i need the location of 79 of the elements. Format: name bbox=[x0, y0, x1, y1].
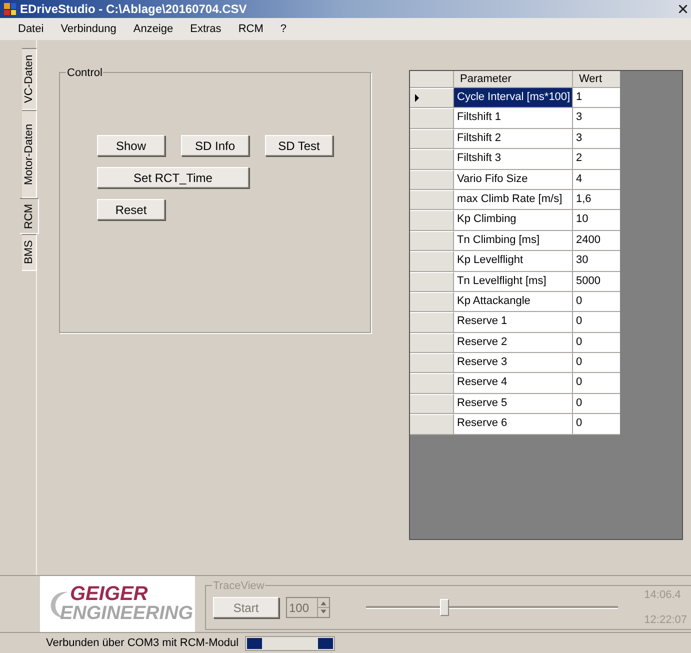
app-icon bbox=[4, 3, 16, 15]
table-cell: max Climb Rate [m/s] bbox=[454, 190, 573, 210]
table-cell: Filtshift 2 bbox=[454, 128, 573, 150]
table-cell: 0 bbox=[573, 353, 620, 374]
table-cell: 0 bbox=[573, 332, 620, 354]
column-header[interactable]: Parameter bbox=[454, 71, 573, 88]
row-header[interactable] bbox=[410, 108, 454, 129]
set-time-button[interactable]: Set RCT_Time bbox=[97, 167, 249, 188]
row-header[interactable] bbox=[410, 190, 454, 210]
table-cell: Reserve 4 bbox=[454, 373, 573, 394]
menu-item[interactable]: RCM bbox=[238, 20, 264, 38]
table-cell: 0 bbox=[573, 292, 620, 312]
time-label: 14:06.4 bbox=[644, 588, 682, 603]
row-header[interactable] bbox=[410, 272, 454, 292]
table-cell: 3 bbox=[573, 108, 620, 129]
logo-line: ENGINEERING bbox=[60, 604, 194, 624]
row-header[interactable] bbox=[410, 353, 454, 374]
row-header[interactable] bbox=[410, 312, 454, 333]
table-cell: Kp Climbing bbox=[454, 210, 573, 231]
menu-item[interactable]: Verbindung bbox=[60, 20, 116, 38]
row-header[interactable] bbox=[410, 332, 454, 354]
vertical-tab[interactable]: VC-Daten bbox=[22, 48, 37, 110]
table-cell: 1 bbox=[573, 88, 620, 108]
close-icon[interactable] bbox=[679, 5, 687, 13]
row-header[interactable] bbox=[410, 251, 454, 272]
table-cell: 2400 bbox=[573, 230, 620, 252]
table-cell: Reserve 5 bbox=[454, 394, 573, 414]
vertical-tab[interactable]: BMS bbox=[22, 234, 37, 271]
table-cell: 30 bbox=[573, 251, 620, 272]
table-cell: 0 bbox=[573, 373, 620, 394]
time-label: 12:22:07 bbox=[644, 612, 687, 628]
table-cell: Filtshift 1 bbox=[454, 108, 573, 129]
row-header[interactable] bbox=[410, 210, 454, 231]
table-cell: 0 bbox=[573, 312, 620, 333]
vertical-tab[interactable]: Motor-Daten bbox=[22, 110, 37, 198]
table-cell: Tn Climbing [ms] bbox=[454, 230, 573, 252]
table-cell: 0 bbox=[573, 414, 620, 435]
window-title: EDriveStudio - C:\Ablage\20160704.CSV bbox=[20, 1, 247, 18]
action-button[interactable]: SD Info bbox=[181, 135, 249, 156]
vertical-tab[interactable]: RCM bbox=[20, 198, 39, 234]
table-cell: 0 bbox=[573, 394, 620, 414]
row-header[interactable] bbox=[410, 128, 454, 150]
slider[interactable] bbox=[366, 598, 618, 617]
menu-item[interactable]: Anzeige bbox=[133, 20, 174, 38]
table-cell: 1,6 bbox=[573, 190, 620, 210]
menu-item[interactable]: ? bbox=[280, 20, 286, 38]
table-cell: Tn Levelflight [ms] bbox=[454, 272, 573, 292]
table-cell: Reserve 2 bbox=[454, 332, 573, 354]
reset-button[interactable]: Reset bbox=[97, 199, 165, 220]
row-header[interactable] bbox=[410, 149, 454, 170]
row-header[interactable] bbox=[410, 394, 454, 414]
table-cell: Cycle Interval [ms*100] bbox=[454, 88, 573, 108]
table-cell: Filtshift 3 bbox=[454, 149, 573, 170]
table-cell: Reserve 3 bbox=[454, 353, 573, 374]
table-cell: Kp Levelflight bbox=[454, 251, 573, 272]
row-header[interactable] bbox=[410, 414, 454, 435]
menu-item[interactable]: Datei bbox=[18, 20, 44, 38]
table-cell: 5000 bbox=[573, 272, 620, 292]
row-header[interactable] bbox=[410, 373, 454, 394]
menu-item[interactable]: Extras bbox=[190, 20, 222, 38]
status-text: Verbunden über COM3 mit RCM-Modul bbox=[46, 636, 240, 651]
corner-header-cell bbox=[410, 71, 454, 88]
table-cell: Vario Fifo Size bbox=[454, 170, 573, 190]
table-cell: 4 bbox=[573, 170, 620, 190]
logo-line: GEIGER bbox=[69, 584, 149, 604]
column-header[interactable]: Wert bbox=[573, 71, 620, 88]
row-header[interactable] bbox=[410, 292, 454, 312]
row-header[interactable] bbox=[410, 88, 454, 108]
table-cell: Kp Attackangle bbox=[454, 292, 573, 312]
row-header[interactable] bbox=[410, 170, 454, 190]
table-cell: 3 bbox=[573, 128, 620, 150]
slider-thumb[interactable] bbox=[440, 599, 450, 616]
table-cell: 10 bbox=[573, 210, 620, 231]
table-cell: Reserve 6 bbox=[454, 414, 573, 435]
table-cell: Reserve 1 bbox=[454, 312, 573, 333]
table-cell: 2 bbox=[573, 149, 620, 170]
action-button[interactable]: SD Test bbox=[265, 135, 333, 156]
row-header[interactable] bbox=[410, 230, 454, 252]
action-button[interactable]: Show bbox=[97, 135, 165, 156]
